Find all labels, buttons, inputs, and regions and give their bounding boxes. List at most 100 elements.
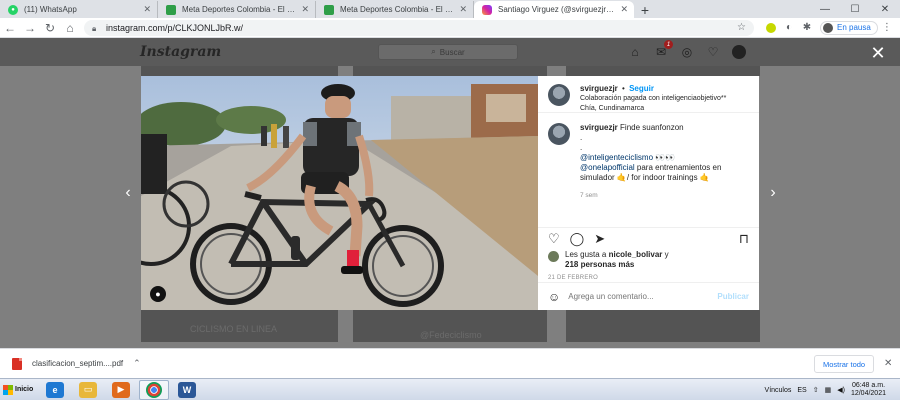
profile-button[interactable]: En pausa <box>820 20 878 35</box>
tab-meta-deportes-2[interactable]: Meta Deportes Colombia - El Deporte ✕ <box>316 1 474 18</box>
explore-compass-icon[interactable]: ◎ <box>679 44 695 60</box>
post-photo[interactable]: ● <box>141 76 538 310</box>
emoji-icon[interactable]: ☺ <box>548 290 560 304</box>
chevron-up-icon[interactable]: ⌃ <box>133 358 141 369</box>
search-placeholder: Buscar <box>439 47 465 57</box>
language-indicator[interactable]: ES <box>797 387 806 394</box>
windows-logo-icon <box>3 384 13 395</box>
taskbar-word[interactable]: W <box>172 380 202 400</box>
taskbar-chrome[interactable] <box>139 379 169 400</box>
instagram-header: Instagram ⌕ Buscar ⌂ ✉ 1 ◎ ♡ <box>0 38 900 66</box>
likes-middle: y <box>664 250 669 259</box>
window-close-icon[interactable]: ✕ <box>870 0 900 18</box>
post-side-panel: svirguezjr • Seguir Colaboración pagada … <box>538 76 759 310</box>
puzzle-icon[interactable]: ✱ <box>798 19 816 37</box>
paid-partnership-label[interactable]: Colaboración pagada con inteligenciaobje… <box>580 95 751 103</box>
maximize-icon[interactable]: ☐ <box>840 0 870 18</box>
forward-icon[interactable]: → <box>20 18 40 38</box>
avatar[interactable] <box>548 123 570 145</box>
system-tray: Vínculos ES ⇧ ▦ ◀) 06:48 a.m. 12/04/2021 <box>765 379 900 400</box>
mention-link[interactable]: @inteligenteciclismo <box>580 153 653 162</box>
address-bar[interactable]: 🔒︎ instagram.com/p/CLKJONLJbR.w/ ☆ <box>84 19 754 36</box>
links-toolbar-label[interactable]: Vínculos <box>765 387 792 394</box>
new-tab-button[interactable]: + <box>634 1 656 18</box>
previous-post-arrow-icon[interactable]: ‹ <box>121 183 135 203</box>
close-downloads-icon[interactable]: ✕ <box>884 358 892 369</box>
tab-whatsapp[interactable]: ● (11) WhatsApp ✕ <box>0 1 158 18</box>
caption-line: . <box>580 143 583 152</box>
background-post-tile <box>566 310 760 342</box>
post-header: svirguezjr • Seguir Colaboración pagada … <box>538 76 759 113</box>
chrome-icon <box>146 381 162 398</box>
cyclist-photo-illustration <box>141 76 538 310</box>
post-location[interactable]: Chía, Cundinamarca <box>580 105 751 113</box>
instagram-logo[interactable]: Instagram <box>140 44 221 60</box>
close-icon[interactable]: ✕ <box>620 4 628 15</box>
network-icon[interactable]: ▦ <box>825 386 832 394</box>
close-icon[interactable]: ✕ <box>301 4 309 15</box>
tagged-user-icon[interactable]: ● <box>150 286 166 302</box>
clock-time: 06:48 a.m. <box>851 382 886 389</box>
like-heart-icon[interactable]: ♡ <box>548 231 560 247</box>
direct-messages-icon[interactable]: ✉ 1 <box>653 40 673 60</box>
activity-heart-icon[interactable]: ♡ <box>705 44 721 60</box>
profile-nav-avatar[interactable] <box>731 44 747 60</box>
show-all-downloads-button[interactable]: Mostrar todo <box>814 355 875 373</box>
background-caption: @Fedeciclismo <box>420 330 482 340</box>
close-icon[interactable]: ✕ <box>143 4 151 15</box>
search-input[interactable]: ⌕ Buscar <box>378 44 518 60</box>
close-modal-icon[interactable]: ✕ <box>869 44 887 62</box>
comment-bar: ☺ Publicar <box>538 282 759 310</box>
media-player-icon: ▶ <box>112 381 130 398</box>
extension-icon[interactable] <box>762 19 780 37</box>
close-icon[interactable]: ✕ <box>459 4 467 15</box>
likes-others-link[interactable]: 218 personas más <box>565 260 634 269</box>
comment-input[interactable] <box>568 292 718 301</box>
mention-link[interactable]: @onelapofficial <box>580 163 635 172</box>
clock-date: 12/04/2021 <box>850 390 886 397</box>
home-icon[interactable]: ⌂ <box>60 18 80 38</box>
tab-label: Meta Deportes Colombia - El Deporte <box>340 5 456 14</box>
taskbar-file-explorer[interactable]: ▭ <box>73 380 103 400</box>
internet-explorer-icon: e <box>46 381 64 398</box>
save-bookmark-icon[interactable]: ⊓ <box>739 231 749 247</box>
post-caption-area: svirguezjr Finde suanfonzon . . @intelig… <box>538 113 759 228</box>
download-item[interactable]: clasificacion_septim....pdf ⌃ <box>12 357 152 370</box>
reload-icon[interactable]: ↻ <box>40 18 60 38</box>
tab-instagram[interactable]: Santiago Virguez (@svirguezjr) • Fot ✕ <box>474 1 634 18</box>
follow-button[interactable]: Seguir <box>629 84 654 93</box>
background-post-tile <box>353 66 547 76</box>
volume-icon[interactable]: ◀) <box>837 386 845 394</box>
taskbar-internet-explorer[interactable]: e <box>40 380 70 400</box>
caption-text: 👀👀 <box>653 153 676 162</box>
start-button[interactable]: Inicio <box>1 380 37 400</box>
url-text: instagram.com/p/CLKJONLJbR.w/ <box>106 22 244 33</box>
post-likes: Les gusta a nicole_bolivar y 218 persona… <box>538 250 759 270</box>
likes-prefix: Les gusta a <box>565 250 607 259</box>
share-icon[interactable]: ➤ <box>594 231 605 247</box>
avatar[interactable] <box>548 84 570 106</box>
menu-icon[interactable]: ⋮ <box>878 19 896 37</box>
background-post-tile <box>566 66 760 76</box>
comment-icon[interactable]: ◯ <box>570 231 585 247</box>
taskbar-media-player[interactable]: ▶ <box>106 380 136 400</box>
publish-button[interactable]: Publicar <box>717 292 749 301</box>
tray-expand-icon[interactable]: ⇧ <box>813 386 819 394</box>
bookmark-star-icon[interactable]: ☆ <box>737 22 746 33</box>
tab-label: Meta Deportes Colombia - El Deporte <box>182 5 298 14</box>
liker-username[interactable]: nicole_bolivar <box>609 250 663 259</box>
system-clock[interactable]: 06:48 a.m. 12/04/2021 <box>851 382 886 398</box>
background-caption: CICLISMO EN LINEA <box>190 324 278 334</box>
next-post-arrow-icon[interactable]: › <box>766 183 780 203</box>
caption-username[interactable]: svirguezjr <box>580 123 618 132</box>
browser-tab-strip: ● (11) WhatsApp ✕ Meta Deportes Colombia… <box>0 0 900 18</box>
post-username[interactable]: svirguezjr <box>580 84 618 93</box>
post-date: 21 DE FEBRERO <box>548 275 598 281</box>
profile-label: En pausa <box>837 23 871 32</box>
back-icon[interactable]: ← <box>0 18 20 38</box>
home-nav-icon[interactable]: ⌂ <box>627 44 643 60</box>
lock-icon: 🔒︎ <box>92 23 97 33</box>
tab-meta-deportes-1[interactable]: Meta Deportes Colombia - El Deporte ✕ <box>158 1 316 18</box>
extension-icon-2[interactable]: ◐ <box>780 19 798 37</box>
minimize-icon[interactable]: — <box>810 0 840 18</box>
